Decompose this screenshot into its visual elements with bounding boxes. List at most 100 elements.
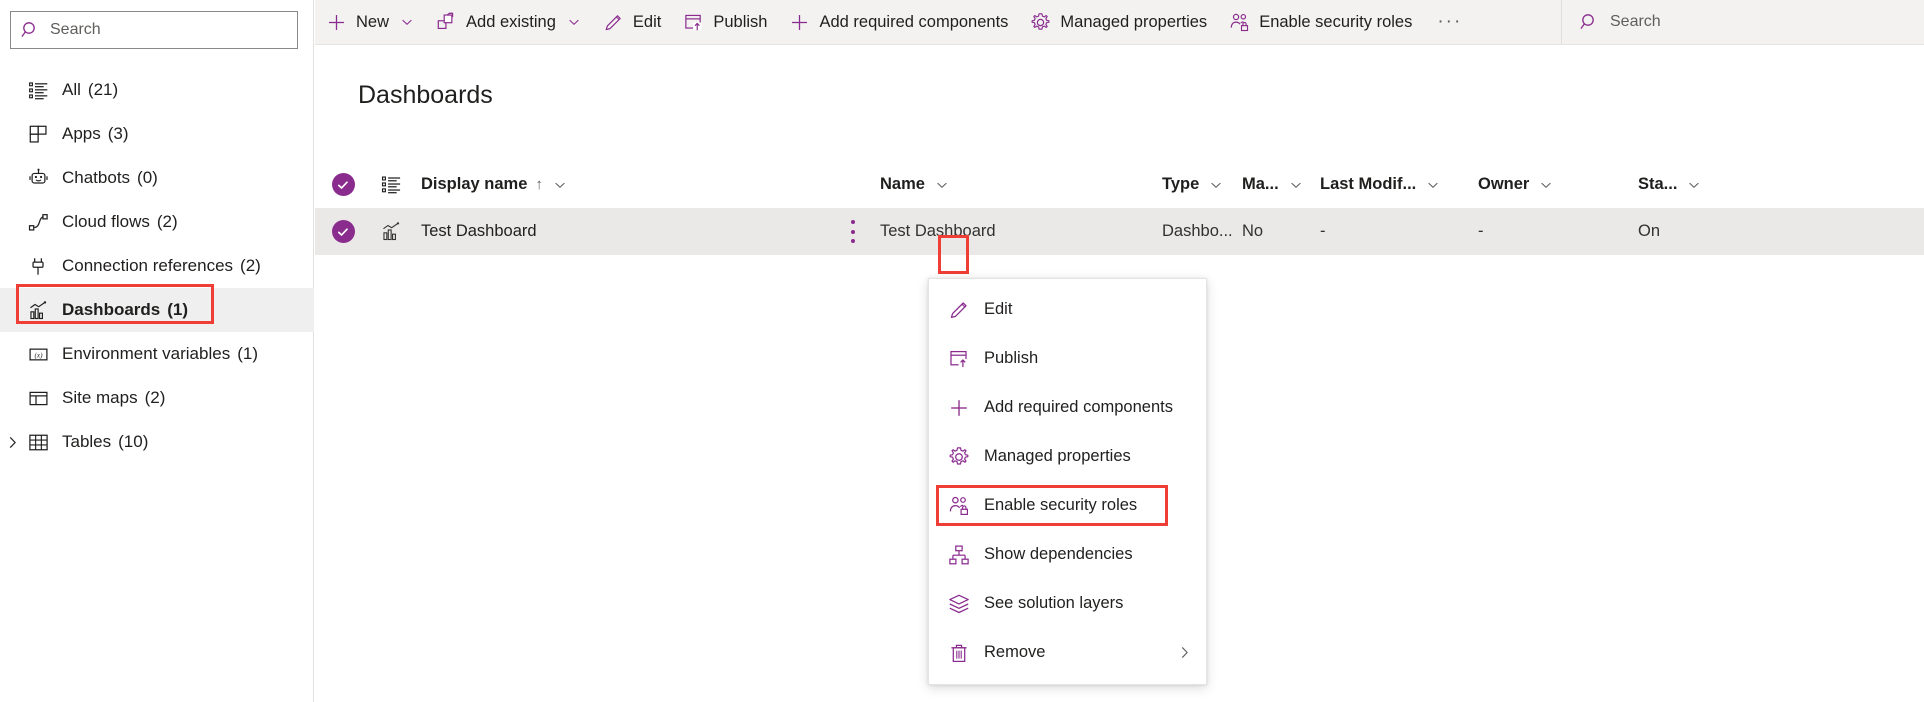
command-add-existing-button[interactable]: Add existing	[425, 0, 592, 44]
sidebar-item-cloud-flows[interactable]: Cloud flows (2)	[0, 200, 314, 244]
chevron-down-icon[interactable]	[1208, 177, 1224, 193]
publish-icon	[950, 350, 968, 367]
chevron-right-icon[interactable]	[1176, 645, 1192, 661]
more-options-icon[interactable]	[851, 220, 856, 243]
sidebar-item-environment-variables[interactable]: (x) Environment variables (1)	[0, 332, 314, 376]
command-bar-search-box[interactable]	[1562, 0, 1924, 44]
column-header-label: Name	[880, 175, 925, 193]
add-existing-icon	[437, 12, 454, 29]
security-roles-icon	[1230, 13, 1249, 31]
context-menu-label: Enable security roles	[984, 496, 1138, 514]
command-edit-button[interactable]: Edit	[592, 0, 672, 44]
column-header-last-modified[interactable]: Last Modif...	[1320, 161, 1478, 208]
sidebar-item-dashboards[interactable]: Dashboards (1)	[0, 288, 314, 332]
type-icon-column-header[interactable]	[363, 161, 421, 208]
context-menu-item-show-dependencies[interactable]: Show dependencies	[929, 530, 1206, 579]
sidebar-item-count: (21)	[87, 80, 119, 99]
command-publish-button[interactable]: Publish	[672, 0, 778, 44]
row-checkbox-cell[interactable]	[315, 208, 363, 255]
select-all-cell[interactable]	[315, 161, 363, 208]
row-more-options-cell[interactable]	[826, 208, 880, 255]
chevron-down-icon[interactable]	[552, 177, 568, 193]
connection-reference-icon	[26, 254, 50, 278]
command-managed-properties-button[interactable]: Managed properties	[1019, 0, 1218, 44]
context-menu-item-managed-properties[interactable]: Managed properties	[929, 432, 1206, 481]
all-list-icon	[26, 78, 50, 102]
column-header-managed[interactable]: Ma...	[1242, 161, 1320, 208]
all-list-icon	[28, 81, 47, 99]
dashboard-icon	[29, 300, 46, 319]
command-new-button[interactable]: New	[315, 0, 425, 44]
apps-icon	[26, 122, 50, 146]
pencil-icon	[605, 14, 621, 30]
sidebar-item-all[interactable]: All (21)	[0, 68, 314, 112]
cloud-flow-icon	[28, 213, 48, 231]
context-menu-item-publish[interactable]: Publish	[929, 334, 1206, 383]
sidebar: All(21)Apps(3)Chatbots(0)Cloud flows(2)C…	[0, 0, 314, 702]
add-existing-icon	[436, 12, 457, 33]
sidebar-item-label: Dashboards	[62, 300, 161, 319]
sidebar-item-label: Chatbots	[62, 168, 131, 187]
plus-icon	[326, 12, 347, 33]
sidebar-search-input[interactable]	[50, 21, 287, 39]
sidebar-item-connection-references[interactable]: Connection references (2)	[0, 244, 314, 288]
context-menu-label: Edit	[984, 300, 1013, 318]
command-overflow-button[interactable]: ···	[1423, 0, 1476, 44]
command-enable-security-roles-button[interactable]: Enable security roles	[1218, 0, 1423, 44]
cell-owner: -	[1478, 222, 1484, 240]
security-roles-icon	[947, 494, 971, 518]
column-header-status[interactable]: Sta...	[1638, 161, 1728, 208]
command-label: Enable security roles	[1259, 12, 1413, 31]
sidebar-search-box[interactable]	[10, 11, 298, 49]
sidebar-item-site-maps[interactable]: Site maps (2)	[0, 376, 314, 420]
connection-reference-icon	[31, 257, 44, 275]
chevron-down-icon[interactable]	[1288, 177, 1304, 193]
sidebar-item-label: Connection references	[62, 256, 234, 275]
trash-icon	[951, 644, 967, 662]
context-menu-item-see-solution-layers[interactable]: See solution layers	[929, 579, 1206, 628]
cell-last-modified: -	[1320, 222, 1326, 240]
chevron-down-icon[interactable]	[1425, 177, 1441, 193]
column-header-owner[interactable]: Owner	[1478, 161, 1638, 208]
chevron-down-icon[interactable]	[1686, 177, 1702, 193]
sort-ascending-icon: ↑	[535, 176, 543, 193]
column-header-label: Owner	[1478, 175, 1530, 193]
site-map-icon	[26, 386, 50, 410]
environment-variable-icon: (x)	[26, 342, 50, 366]
dependencies-icon	[949, 544, 969, 564]
list-icon	[381, 176, 401, 194]
gear-icon	[949, 446, 969, 465]
sidebar-item-apps[interactable]: Apps (3)	[0, 112, 314, 156]
chevron-down-icon[interactable]	[1538, 177, 1554, 193]
sidebar-item-label: Environment variables	[62, 344, 231, 363]
chevron-down-icon[interactable]	[400, 15, 414, 29]
command-add-required-components-button[interactable]: Add required components	[778, 0, 1019, 44]
row-context-menu: Edit Publish Add required components Manage…	[928, 278, 1207, 685]
sidebar-item-chatbots[interactable]: Chatbots (0)	[0, 156, 314, 200]
chevron-down-icon[interactable]	[934, 177, 950, 193]
select-all-checkbox[interactable]	[331, 173, 355, 196]
table-icon	[26, 430, 50, 454]
sidebar-item-label: Site maps	[62, 388, 138, 407]
command-label: Managed properties	[1060, 12, 1208, 31]
column-header-label: Type	[1162, 175, 1200, 193]
sidebar-item-count: (10)	[118, 432, 149, 451]
sidebar-item-label: Tables	[62, 432, 112, 451]
chevron-down-icon[interactable]	[567, 15, 581, 29]
table-row[interactable]: Test Dashboard Test Dashboard Dashbo... …	[315, 208, 1924, 255]
context-menu-item-add-required-components[interactable]: Add required components	[929, 383, 1206, 432]
context-menu-item-remove[interactable]: Remove	[929, 628, 1206, 677]
plus-icon	[951, 399, 967, 416]
column-header-display-name[interactable]: Display name ↑	[421, 161, 826, 208]
context-menu-label: Add required components	[984, 398, 1173, 416]
sidebar-item-tables[interactable]: Tables (10)	[0, 420, 314, 464]
row-checkbox[interactable]	[331, 220, 355, 243]
context-menu-item-edit[interactable]: Edit	[929, 285, 1206, 334]
column-header-type[interactable]: Type	[1162, 161, 1242, 208]
context-menu-label: Remove	[984, 643, 1046, 661]
column-header-name[interactable]: Name	[880, 161, 1162, 208]
chevron-right-icon[interactable]	[4, 434, 20, 450]
context-menu-item-enable-security-roles[interactable]: Enable security roles	[929, 481, 1206, 530]
command-bar-search-input[interactable]	[1610, 13, 1910, 31]
context-menu-label: Managed properties	[984, 447, 1131, 465]
